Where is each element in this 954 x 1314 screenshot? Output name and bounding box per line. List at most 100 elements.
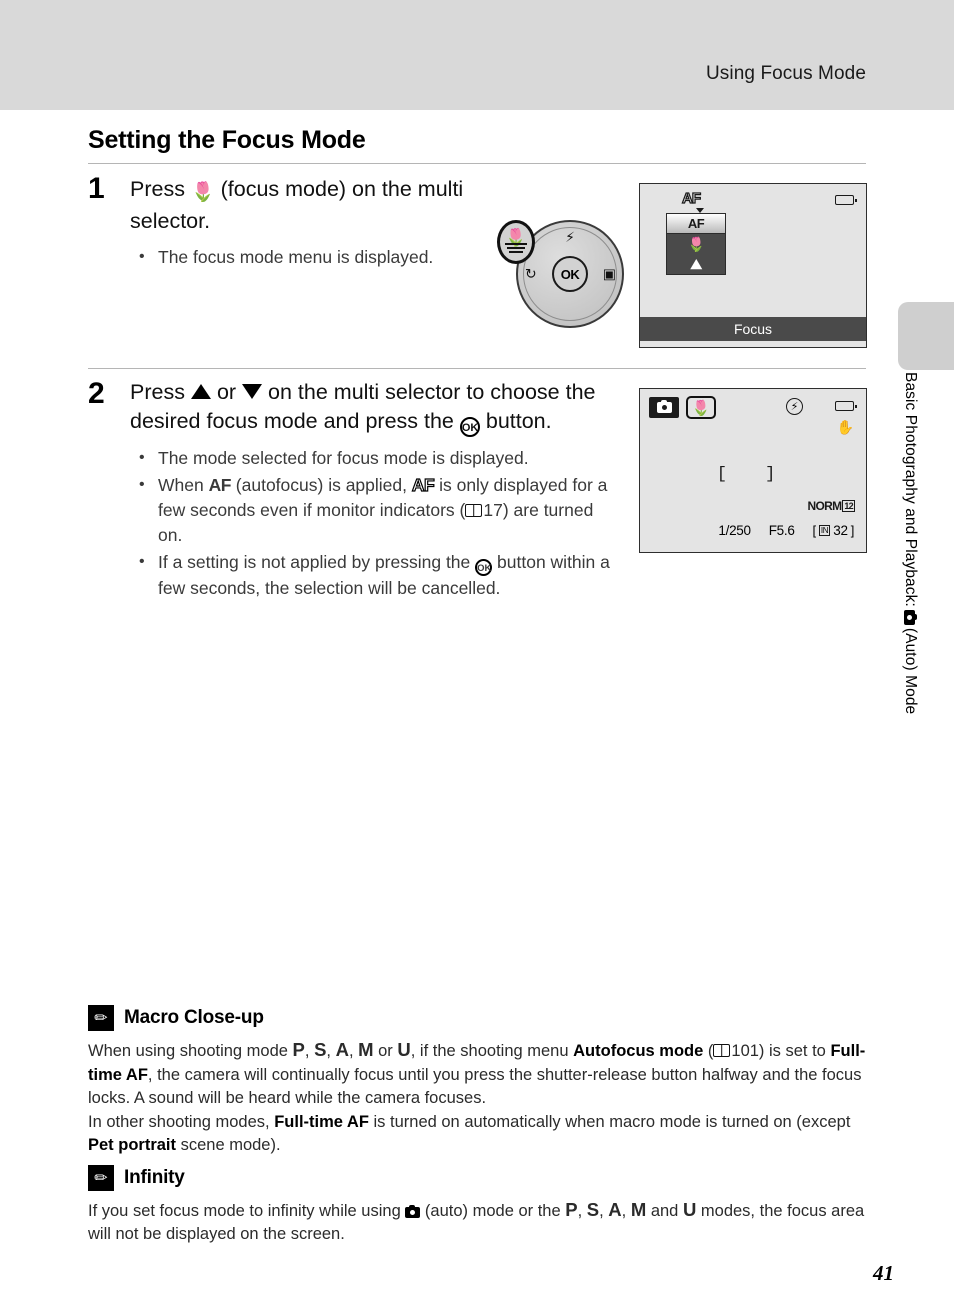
note3-text-c: and	[646, 1201, 683, 1220]
bullet-2-text-b: (autofocus) is applied,	[235, 475, 408, 495]
divider-under-title	[88, 163, 866, 164]
pencil-note-icon: ✏	[88, 1164, 114, 1191]
ok-button-icon: OK	[552, 256, 588, 292]
chapter-tab-label: Basic Photography and Playback: (Auto) M…	[895, 372, 925, 802]
shutter-speed-value: 1/250	[718, 523, 751, 538]
step-1-number: 1	[88, 172, 105, 205]
step-1-text-a: Press	[130, 177, 185, 201]
pencil-note-icon: ✏	[88, 1005, 114, 1031]
page-header-band	[0, 0, 954, 110]
chapter-tab-label-after: (Auto) Mode	[902, 627, 919, 715]
image-quality-label: NORM	[807, 499, 843, 513]
camera-monitor-shooting-display: 🌷 ⚡ ✋ [ ] NORM 12 1/250 F5.6 [ IN 32 ]	[639, 388, 867, 553]
flash-icon: ⚡	[565, 229, 575, 245]
internal-memory-icon: IN	[818, 525, 831, 536]
monitor-screen: 🌷 ⚡ ✋ [ ] NORM 12 1/250 F5.6 [ IN 32 ]	[640, 389, 866, 552]
af-label: AF	[208, 475, 232, 495]
bullet-3-text-a: If a setting is not applied by pressing …	[158, 552, 471, 572]
bracket-open: [	[812, 523, 817, 538]
macro-flower-icon: 🌷	[497, 220, 535, 264]
step-1-body: Press 🌷 (focus mode) on the multi select…	[130, 175, 510, 272]
multi-selector-illustration: ⚡ ↻ ▣ OK 🌷	[497, 220, 624, 328]
note-text-c: , if the shooting menu	[410, 1042, 574, 1060]
vibration-reduction-icon: ✋	[836, 419, 854, 435]
step-2-instruction: Press or on the multi selector to choose…	[130, 378, 620, 437]
note-text-b: or	[373, 1042, 398, 1060]
step-2-text-d: button.	[485, 409, 552, 433]
focus-menu-item-infinity[interactable]: ⛰	[667, 254, 725, 274]
mode-m: M	[358, 1039, 374, 1060]
note-bold-full-time-af: Full-time AF	[274, 1112, 369, 1131]
note3-text-a: If you set focus mode to infinity while …	[88, 1201, 406, 1220]
mode-p: P	[565, 1198, 578, 1220]
macro-flower-icon: 🌷	[687, 236, 705, 252]
shots-remaining: [ IN 32 ]	[812, 523, 855, 538]
note2-text-c: scene mode).	[176, 1136, 281, 1154]
triangle-down-icon	[242, 384, 263, 399]
camera-auto-icon	[649, 397, 679, 418]
infinity-mountain-icon: ⛰	[690, 256, 702, 272]
mode-m: M	[630, 1198, 647, 1220]
list-item: If a setting is not applied by pressing …	[130, 549, 620, 601]
note3-text-b: (auto) mode or the	[420, 1201, 566, 1220]
note-text-f: , the camera will continually focus unti…	[88, 1065, 862, 1108]
step-2-text-b: or	[216, 380, 237, 404]
mode-s: S	[586, 1198, 600, 1220]
note-bold-pet-portrait: Pet portrait	[88, 1136, 177, 1154]
note-page-ref: 101	[731, 1042, 759, 1060]
page-header-title: Using Focus Mode	[705, 63, 866, 84]
list-item: The focus mode menu is displayed.	[130, 244, 510, 270]
triangle-up-icon	[190, 384, 211, 399]
chapter-tab-label-before: Basic Photography and Playback:	[902, 372, 919, 607]
camera-auto-icon	[405, 1204, 421, 1218]
exposure-compensation-icon: ▣	[602, 265, 616, 282]
dial-ridges	[505, 243, 527, 255]
step-1-bullet-list: The focus mode menu is displayed.	[130, 244, 510, 270]
camera-monitor-focus-menu: AF AF 🌷 ⛰ Focus	[639, 183, 867, 348]
section-title: Setting the Focus Mode	[88, 126, 366, 154]
step-2-bullet-list: The mode selected for focus mode is disp…	[130, 445, 620, 601]
note-spacer	[88, 1158, 870, 1165]
page-number: 41	[873, 1261, 894, 1285]
note-paragraph: If you set focus mode to infinity while …	[88, 1198, 865, 1244]
notes-section: ✏ Macro Close-up When using shooting mod…	[88, 1005, 870, 1247]
divider-between-steps	[88, 368, 866, 369]
list-item: When AF (autofocus) is applied, AF is on…	[130, 472, 620, 548]
step-2-body: Press or on the multi selector to choose…	[130, 378, 620, 603]
bullet-2-text-a: When	[158, 475, 204, 495]
note-text-d: (	[703, 1042, 714, 1060]
aperture-value: F5.6	[768, 523, 795, 538]
battery-icon	[835, 195, 857, 205]
note-paragraph: In other shooting modes, Full-time AF is…	[88, 1111, 870, 1158]
note-title: Infinity	[124, 1166, 185, 1188]
note2-text-b: is turned on automatically when macro mo…	[368, 1112, 851, 1131]
note-text-a: When using shooting mode	[88, 1042, 293, 1060]
self-timer-icon: ↻	[525, 265, 537, 282]
mode-s: S	[314, 1039, 327, 1060]
flash-off-icon: ⚡	[786, 398, 803, 415]
ok-button-icon: OK	[475, 559, 493, 576]
step-2-text-a: Press	[130, 380, 185, 404]
focus-menu-item-macro[interactable]: 🌷	[667, 234, 725, 254]
chapter-tab-block	[898, 302, 954, 370]
monitor-screen: AF AF 🌷 ⛰ Focus	[640, 184, 866, 347]
macro-flower-icon: 🌷	[190, 182, 215, 203]
mode-a: A	[608, 1198, 622, 1220]
ok-button-icon: OK	[459, 417, 480, 437]
note-paragraph: When using shooting mode P, S, A, M or U…	[88, 1039, 866, 1108]
manual-reference-icon	[713, 1044, 731, 1057]
bracket-close: ]	[850, 523, 855, 538]
focus-area-brackets: [ ]	[716, 465, 790, 484]
af-indicator: AF	[681, 189, 701, 207]
mode-p: P	[292, 1039, 305, 1060]
af-outline-label: AF	[411, 474, 435, 495]
focus-mode-menu: AF 🌷 ⛰	[666, 213, 726, 275]
note-bold-autofocus-mode: Autofocus mode	[573, 1042, 704, 1060]
note-header-infinity: ✏ Infinity	[88, 1164, 870, 1191]
camera-auto-icon	[901, 609, 919, 625]
manual-reference-icon	[465, 504, 483, 517]
note-text-e: ) is set to	[758, 1042, 831, 1060]
note-header-macro: ✏ Macro Close-up	[88, 1005, 870, 1031]
exposure-status-line: 1/250 F5.6 [ IN 32 ]	[640, 523, 866, 538]
focus-menu-item-af[interactable]: AF	[667, 214, 725, 234]
